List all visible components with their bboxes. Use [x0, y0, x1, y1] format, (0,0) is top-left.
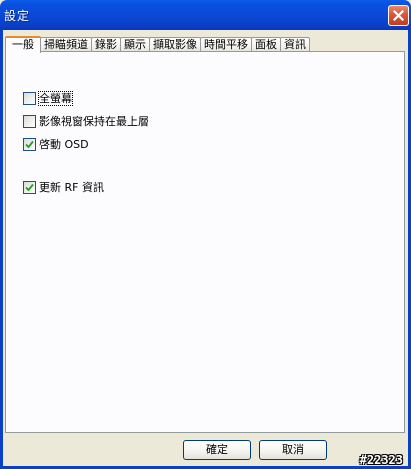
- tab-panel[interactable]: 面板: [251, 37, 281, 52]
- watermark: #22323: [359, 453, 403, 467]
- close-icon: [393, 10, 404, 21]
- title-bar[interactable]: 設定: [0, 0, 411, 30]
- enable-osd-checkbox[interactable]: [23, 137, 36, 151]
- close-button[interactable]: [388, 5, 409, 26]
- update-rf-info-checkbox[interactable]: [23, 180, 36, 194]
- check-mark-icon: [25, 140, 34, 148]
- tab-strip: 一般 掃瞄頻道 錄影 顯示 擷取影像 時間平移 面板 資訊: [5, 36, 310, 53]
- option-update-rf-info[interactable]: 更新 RF 資訊: [23, 180, 104, 194]
- option-label: 更新 RF 資訊: [39, 180, 104, 194]
- option-enable-osd[interactable]: 啓動 OSD: [23, 137, 89, 151]
- check-mark-icon: [25, 183, 34, 191]
- ok-button[interactable]: 確定: [183, 440, 251, 460]
- fullscreen-checkbox[interactable]: [23, 91, 36, 105]
- tab-capture-image[interactable]: 擷取影像: [149, 37, 201, 52]
- window-title: 設定: [4, 9, 31, 23]
- tab-panel-general: [5, 51, 405, 433]
- tab-info[interactable]: 資訊: [280, 37, 310, 52]
- option-fullscreen[interactable]: 全螢幕: [23, 90, 73, 106]
- always-on-top-checkbox[interactable]: [23, 114, 36, 128]
- cancel-button[interactable]: 取消: [259, 440, 327, 460]
- option-label: 影像視窗保持在最上層: [39, 114, 149, 128]
- option-always-on-top[interactable]: 影像視窗保持在最上層: [23, 114, 149, 128]
- tab-display[interactable]: 顯示: [120, 37, 150, 52]
- option-label: 全螢幕: [38, 90, 73, 106]
- tab-channel-scan[interactable]: 掃瞄頻道: [40, 37, 92, 52]
- tab-general[interactable]: 一般: [5, 36, 41, 53]
- tab-recording[interactable]: 錄影: [91, 37, 121, 52]
- tab-time-shift[interactable]: 時間平移: [200, 37, 252, 52]
- option-label: 啓動 OSD: [39, 137, 89, 151]
